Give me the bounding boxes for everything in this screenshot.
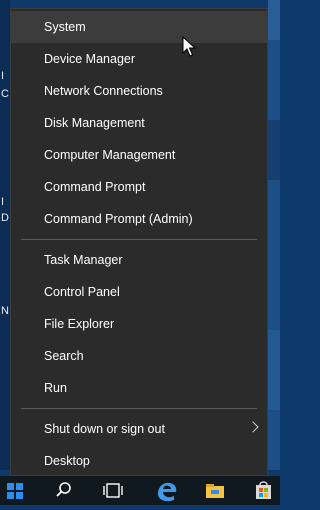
windows-logo-icon	[7, 482, 23, 499]
mouse-cursor-icon	[182, 36, 196, 57]
menu-item-label: Device Manager	[44, 52, 136, 66]
menu-item-label: Command Prompt	[44, 180, 146, 194]
file-explorer-icon	[206, 484, 224, 498]
menu-item-label: Disk Management	[44, 116, 145, 130]
menu-item-label: Task Manager	[44, 253, 123, 267]
menu-item-label: File Explorer	[44, 317, 115, 331]
menu-item-device-manager[interactable]: Device Manager	[11, 43, 267, 75]
start-button[interactable]	[0, 476, 30, 505]
menu-item-shut-down-or-sign-out[interactable]: Shut down or sign out	[11, 413, 267, 445]
menu-item-command-prompt-admin[interactable]: Command Prompt (Admin)	[11, 203, 267, 235]
task-view-button[interactable]	[98, 476, 128, 505]
menu-item-label: Search	[44, 349, 84, 363]
menu-item-control-panel[interactable]: Control Panel	[11, 276, 267, 308]
menu-separator	[21, 239, 257, 240]
edge-icon	[158, 482, 177, 502]
desktop-glyph: C	[1, 88, 9, 100]
menu-item-computer-management[interactable]: Computer Management	[11, 139, 267, 171]
menu-item-command-prompt[interactable]: Command Prompt	[11, 171, 267, 203]
menu-item-label: Computer Management	[44, 148, 176, 162]
store-taskbar-button[interactable]	[248, 476, 278, 505]
menu-item-search[interactable]: Search	[11, 340, 267, 372]
menu-item-label: Run	[44, 381, 67, 395]
menu-item-label: Shut down or sign out	[44, 422, 165, 436]
menu-item-file-explorer[interactable]: File Explorer	[11, 308, 267, 340]
menu-item-disk-management[interactable]: Disk Management	[11, 107, 267, 139]
desktop-glyph: I	[1, 196, 5, 208]
edge-taskbar-button[interactable]	[150, 476, 182, 505]
menu-item-desktop[interactable]: Desktop	[11, 445, 267, 477]
desktop-left-edge: I C I D N	[0, 0, 10, 470]
desktop-glyph: D	[1, 212, 9, 224]
task-view-icon	[103, 483, 123, 498]
menu-item-system[interactable]: System	[11, 11, 267, 43]
menu-item-label: System	[44, 20, 86, 34]
menu-item-label: Network Connections	[44, 84, 163, 98]
search-icon	[56, 482, 71, 497]
desktop-right-edge	[268, 0, 280, 470]
menu-item-label: Command Prompt (Admin)	[44, 212, 193, 226]
chevron-right-icon	[247, 421, 259, 433]
menu-separator	[21, 408, 257, 409]
store-icon	[256, 481, 271, 499]
desktop-glyph: N	[1, 305, 9, 317]
desktop-glyph: I	[1, 70, 5, 82]
file-explorer-taskbar-button[interactable]	[200, 476, 230, 505]
menu-item-label: Desktop	[44, 454, 90, 468]
menu-item-network-connections[interactable]: Network Connections	[11, 75, 267, 107]
menu-item-label: Control Panel	[44, 285, 120, 299]
winx-context-menu: System Device Manager Network Connection…	[10, 8, 268, 476]
menu-item-task-manager[interactable]: Task Manager	[11, 244, 267, 276]
taskbar	[0, 476, 280, 505]
taskbar-search-button[interactable]	[48, 476, 78, 505]
menu-item-run[interactable]: Run	[11, 372, 267, 404]
